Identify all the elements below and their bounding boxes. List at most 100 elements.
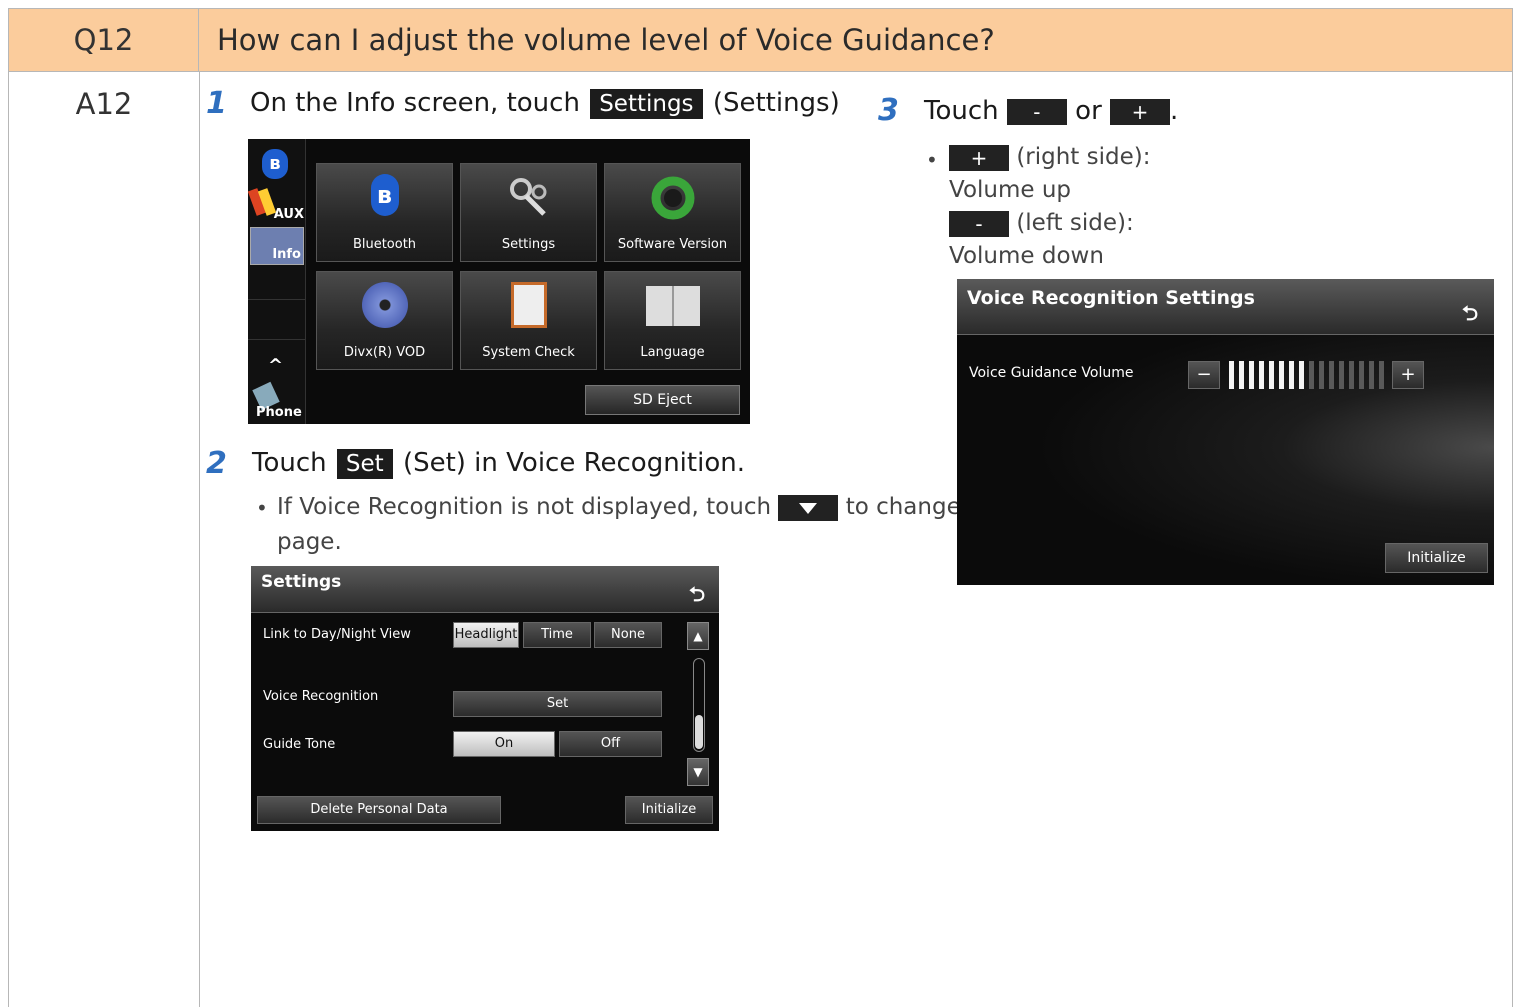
scroll-up-icon[interactable]: ▲ xyxy=(687,622,709,650)
headlight-option[interactable]: Headlight xyxy=(453,622,519,648)
step2-note: If Voice Recognition is not displayed, t… xyxy=(277,494,1006,521)
voice-title: Voice Recognition Settings xyxy=(967,287,1255,309)
plus-key: + xyxy=(1110,98,1171,125)
step1-suffix: (Settings) xyxy=(712,88,840,118)
volume-up-text: Volume up xyxy=(949,177,1072,203)
minus-key-small: - xyxy=(949,210,1009,237)
disc-icon xyxy=(361,282,408,328)
volume-tick xyxy=(1279,361,1284,389)
bullet-dot: • xyxy=(926,148,938,172)
step3-period: . xyxy=(1170,96,1179,126)
sidebar-item-info[interactable]: Info xyxy=(250,227,304,265)
sidebar-item-info-label: Info xyxy=(272,247,301,262)
tile-divx-vod[interactable]: Divx(R) VOD xyxy=(316,271,453,370)
tile-bluetooth[interactable]: ʙ Bluetooth xyxy=(316,163,453,262)
tile-label: Settings xyxy=(501,237,556,252)
info-sidebar: ʙ AUX Info ^ Phone xyxy=(248,139,306,424)
answer-label: A12 xyxy=(75,87,133,121)
guide-tone-off[interactable]: Off xyxy=(559,731,662,757)
initialize-button[interactable]: Initialize xyxy=(625,796,713,824)
sidebar-item-phone[interactable]: Phone xyxy=(256,405,310,420)
volume-tick xyxy=(1319,361,1324,389)
tile-label: Software Version xyxy=(617,237,728,252)
volume-minus-button[interactable]: − xyxy=(1188,361,1220,389)
volume-tick xyxy=(1369,361,1374,389)
tile-label: System Check xyxy=(482,345,575,360)
bluetooth-icon: ʙ xyxy=(262,149,288,179)
plus-key-small: + xyxy=(949,144,1009,171)
bullet-dot: • xyxy=(256,496,268,520)
tile-settings[interactable]: Settings xyxy=(460,163,597,262)
question-label: Q12 xyxy=(9,9,199,72)
checklist-icon xyxy=(510,282,547,328)
step2-number: 2 xyxy=(206,446,227,481)
volume-plus-button[interactable]: + xyxy=(1392,361,1424,389)
volume-down-text: Volume down xyxy=(949,243,1104,269)
delete-personal-data-button[interactable]: Delete Personal Data xyxy=(257,796,501,824)
minus-key: - xyxy=(1006,98,1067,125)
step3-text: Touch - or +. xyxy=(924,96,1178,126)
info-screen: ʙ AUX Info ^ Phone ʙ Bluetooth Settings … xyxy=(248,139,750,424)
volume-tick xyxy=(1299,361,1304,389)
voice-recognition-screen: Voice Recognition Settings ⮌ Voice Guida… xyxy=(957,279,1494,585)
sidebar-divider-2 xyxy=(248,339,305,340)
step3-prefix: Touch xyxy=(924,96,999,126)
step2-prefix: Touch xyxy=(252,448,327,478)
minus-desc-text: (left side): xyxy=(1016,210,1134,236)
scroll-down-icon[interactable]: ▼ xyxy=(687,758,709,786)
voice-recognition-set-button[interactable]: Set xyxy=(453,691,662,717)
guide-tone-on[interactable]: On xyxy=(453,731,555,757)
scrollbar-track[interactable] xyxy=(693,658,705,752)
row-label-day-night: Link to Day/Night View xyxy=(263,627,411,642)
wrench-gear-icon xyxy=(506,174,552,220)
tile-language[interactable]: Language xyxy=(604,271,741,370)
refresh-icon xyxy=(649,174,697,222)
volume-tick xyxy=(1359,361,1364,389)
step3-number: 3 xyxy=(878,93,899,128)
step2-suffix: (Set) in Voice Recognition. xyxy=(402,448,745,478)
volume-tick xyxy=(1309,361,1314,389)
volume-level-bar[interactable] xyxy=(1229,361,1389,389)
back-icon[interactable]: ⮌ xyxy=(689,580,705,614)
question-text: How can I adjust the volume level of Voi… xyxy=(217,23,995,57)
volume-tick xyxy=(1239,361,1244,389)
scrollbar-thumb[interactable] xyxy=(695,715,703,749)
volume-tick xyxy=(1349,361,1354,389)
volume-tick xyxy=(1269,361,1274,389)
initialize-button[interactable]: Initialize xyxy=(1385,543,1488,573)
volume-tick xyxy=(1289,361,1294,389)
settings-title: Settings xyxy=(261,572,342,592)
tile-software-version[interactable]: Software Version xyxy=(604,163,741,262)
tile-label: Bluetooth xyxy=(352,237,417,252)
volume-tick xyxy=(1249,361,1254,389)
plus-description: + (right side): xyxy=(949,144,1150,171)
tile-label: Language xyxy=(640,345,705,360)
plus-desc-text: (right side): xyxy=(1016,144,1151,170)
tile-label: Divx(R) VOD xyxy=(343,345,426,360)
voice-guidance-volume-label: Voice Guidance Volume xyxy=(969,365,1134,381)
chevron-up-icon[interactable]: ^ xyxy=(268,355,283,376)
volume-tick xyxy=(1379,361,1384,389)
step3-or: or xyxy=(1075,96,1102,126)
time-option[interactable]: Time xyxy=(523,622,591,648)
tile-system-check[interactable]: System Check xyxy=(460,271,597,370)
question-row: Q12 How can I adjust the volume level of… xyxy=(9,9,1512,72)
down-triangle-icon xyxy=(799,502,818,514)
step1-text: On the Info screen, touch Settings (Sett… xyxy=(250,88,840,119)
volume-tick xyxy=(1339,361,1344,389)
none-option[interactable]: None xyxy=(594,622,662,648)
minus-description: - (left side): xyxy=(949,210,1134,237)
sidebar-divider xyxy=(248,299,305,300)
back-icon[interactable]: ⮌ xyxy=(1462,299,1478,333)
step2-note-prefix: If Voice Recognition is not displayed, t… xyxy=(277,494,772,520)
down-arrow-key xyxy=(778,494,839,521)
volume-tick xyxy=(1329,361,1334,389)
volume-tick xyxy=(1259,361,1264,389)
settings-title-bar: Settings ⮌ xyxy=(251,566,719,613)
sidebar-item-aux[interactable]: AUX xyxy=(250,207,304,222)
sd-eject-button[interactable]: SD Eject xyxy=(585,385,740,415)
bluetooth-icon: ʙ xyxy=(370,174,399,216)
step1-number: 1 xyxy=(206,86,227,121)
volume-tick xyxy=(1229,361,1234,389)
step2-text: Touch Set (Set) in Voice Recognition. xyxy=(252,448,745,479)
